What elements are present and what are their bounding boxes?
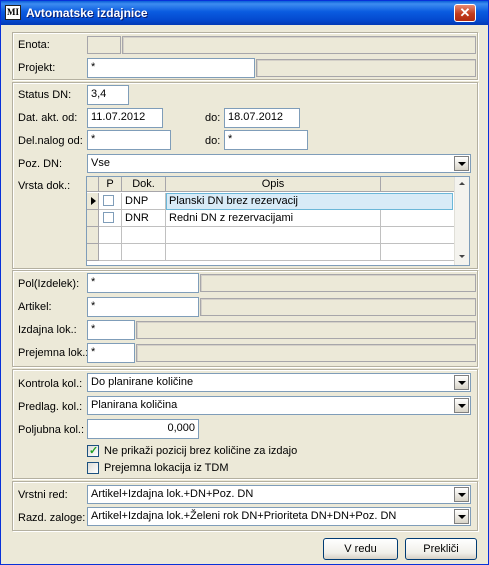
table-cell bbox=[99, 227, 122, 244]
poz-dn-select[interactable]: Vse bbox=[87, 154, 471, 173]
enota-field[interactable] bbox=[87, 36, 121, 54]
vrstni-red-value: Artikel+Izdajna lok.+DN+Poz. DN bbox=[91, 488, 254, 500]
title-bar[interactable]: MI Avtomatske izdajnice ✕ bbox=[1, 1, 488, 25]
razd-zaloge-value: Artikel+Izdajna lok.+Želeni rok DN+Prior… bbox=[91, 510, 397, 522]
predlag-select[interactable]: Planirana količina bbox=[87, 396, 471, 415]
vrstni-red-select[interactable]: Artikel+Izdajna lok.+DN+Poz. DN bbox=[87, 485, 471, 504]
chevron-down-icon[interactable] bbox=[454, 398, 469, 413]
status-dn-label: Status DN: bbox=[18, 89, 72, 101]
scroll-up-icon[interactable] bbox=[459, 182, 465, 185]
ok-button[interactable]: V redu bbox=[323, 538, 398, 560]
table-cell-dok[interactable]: DNP bbox=[122, 193, 166, 210]
table-cell bbox=[99, 244, 122, 261]
dat-akt-from-field[interactable]: 11.07.2012 bbox=[87, 108, 163, 128]
row-indicator[interactable] bbox=[87, 210, 99, 227]
grid-vertical-scrollbar[interactable] bbox=[454, 177, 469, 265]
app-icon: MI bbox=[5, 5, 21, 20]
artikel-label: Artikel: bbox=[18, 301, 52, 313]
vrstni-red-label: Vrstni red: bbox=[18, 489, 68, 501]
prejemna-field[interactable]: * bbox=[87, 343, 135, 363]
poz-dn-label: Poz. DN: bbox=[18, 158, 63, 170]
grid-header-opis[interactable]: Opis bbox=[166, 177, 381, 192]
chevron-down-icon[interactable] bbox=[454, 509, 469, 524]
close-button[interactable]: ✕ bbox=[454, 4, 476, 22]
kontrola-label: Kontrola kol.: bbox=[18, 378, 83, 390]
chevron-down-icon[interactable] bbox=[454, 375, 469, 390]
poljubna-field[interactable]: 0,000 bbox=[87, 419, 199, 439]
del-nalog-from-field[interactable]: * bbox=[87, 130, 171, 150]
vrsta-dok-label: Vrsta dok.: bbox=[18, 180, 71, 192]
table-cell bbox=[166, 227, 381, 244]
dat-akt-to-label: do: bbox=[205, 112, 221, 124]
table-cell-dok[interactable]: DNR bbox=[122, 210, 166, 227]
row-checkbox[interactable] bbox=[103, 212, 114, 223]
enota-description bbox=[122, 36, 476, 54]
table-cell bbox=[381, 244, 456, 261]
table-cell bbox=[122, 244, 166, 261]
cancel-button[interactable]: Prekliči bbox=[405, 538, 477, 560]
pol-label: Pol(Izdelek): bbox=[18, 278, 80, 290]
poz-dn-value: Vse bbox=[91, 157, 110, 169]
hide-empty-label[interactable]: Ne prikaži pozicij brez količine za izda… bbox=[104, 445, 297, 457]
artikel-field[interactable]: * bbox=[87, 297, 199, 317]
poljubna-label: Poljubna kol.: bbox=[18, 424, 85, 436]
checkmark-icon: ✓ bbox=[89, 445, 99, 457]
table-cell-opis[interactable]: Planski DN brez rezervacij bbox=[166, 193, 453, 210]
prejemna-description bbox=[136, 344, 476, 362]
table-cell bbox=[122, 227, 166, 244]
row-checkbox[interactable] bbox=[103, 195, 114, 206]
grid-header-extra bbox=[381, 177, 456, 192]
dat-akt-to-field[interactable]: 18.07.2012 bbox=[224, 108, 300, 128]
row-indicator bbox=[87, 227, 99, 244]
table-cell-check[interactable] bbox=[99, 193, 122, 210]
grid-header-dok[interactable]: Dok. bbox=[122, 177, 166, 192]
del-nalog-to-label: do: bbox=[205, 135, 221, 147]
predlag-label: Predlag. kol.: bbox=[18, 401, 83, 413]
prejemna-tdm-label[interactable]: Prejemna lokacija iz TDM bbox=[104, 462, 229, 474]
pol-field[interactable]: * bbox=[87, 273, 199, 293]
dialog-window: MI Avtomatske izdajnice ✕ Enota: Projekt… bbox=[0, 0, 489, 565]
table-cell-check[interactable] bbox=[99, 210, 122, 227]
window-title: Avtomatske izdajnice bbox=[26, 6, 148, 20]
row-indicator[interactable] bbox=[87, 193, 99, 210]
table-cell bbox=[166, 244, 381, 261]
pol-description bbox=[200, 274, 476, 292]
vrsta-dok-grid[interactable]: P Dok. Opis DNP Planski DN brez rezervac… bbox=[86, 176, 470, 266]
table-cell-extra bbox=[381, 210, 456, 227]
hide-empty-checkbox[interactable]: ✓ bbox=[87, 445, 99, 457]
razd-zaloge-label: Razd. zaloge: bbox=[18, 512, 86, 524]
del-nalog-label: Del.nalog od: bbox=[18, 135, 83, 147]
chevron-down-icon[interactable] bbox=[454, 156, 469, 171]
scroll-down-icon[interactable] bbox=[459, 255, 465, 258]
kontrola-value: Do planirane količine bbox=[91, 376, 194, 388]
table-cell-opis[interactable]: Redni DN z rezervacijami bbox=[166, 210, 381, 227]
izdajna-description bbox=[136, 321, 476, 339]
grid-header-indicator bbox=[87, 177, 99, 192]
enota-label: Enota: bbox=[18, 39, 50, 51]
predlag-value: Planirana količina bbox=[91, 399, 178, 411]
row-indicator bbox=[87, 244, 99, 261]
izdajna-field[interactable]: * bbox=[87, 320, 135, 340]
kontrola-select[interactable]: Do planirane količine bbox=[87, 373, 471, 392]
status-dn-field[interactable]: 3,4 bbox=[87, 85, 129, 105]
grid-header-p[interactable]: P bbox=[99, 177, 122, 192]
izdajna-label: Izdajna lok.: bbox=[18, 324, 77, 336]
prejemna-tdm-checkbox[interactable] bbox=[87, 462, 99, 474]
projekt-description bbox=[256, 59, 476, 77]
projekt-field[interactable]: * bbox=[87, 58, 255, 78]
chevron-down-icon[interactable] bbox=[454, 487, 469, 502]
razd-zaloge-select[interactable]: Artikel+Izdajna lok.+Želeni rok DN+Prior… bbox=[87, 507, 471, 526]
prejemna-label: Prejemna lok.: bbox=[18, 347, 89, 359]
table-cell bbox=[381, 227, 456, 244]
projekt-label: Projekt: bbox=[18, 62, 56, 74]
artikel-description bbox=[200, 298, 476, 316]
dat-akt-label: Dat. akt. od: bbox=[18, 112, 78, 124]
current-row-arrow-icon bbox=[91, 197, 96, 205]
del-nalog-to-field[interactable]: * bbox=[224, 130, 308, 150]
